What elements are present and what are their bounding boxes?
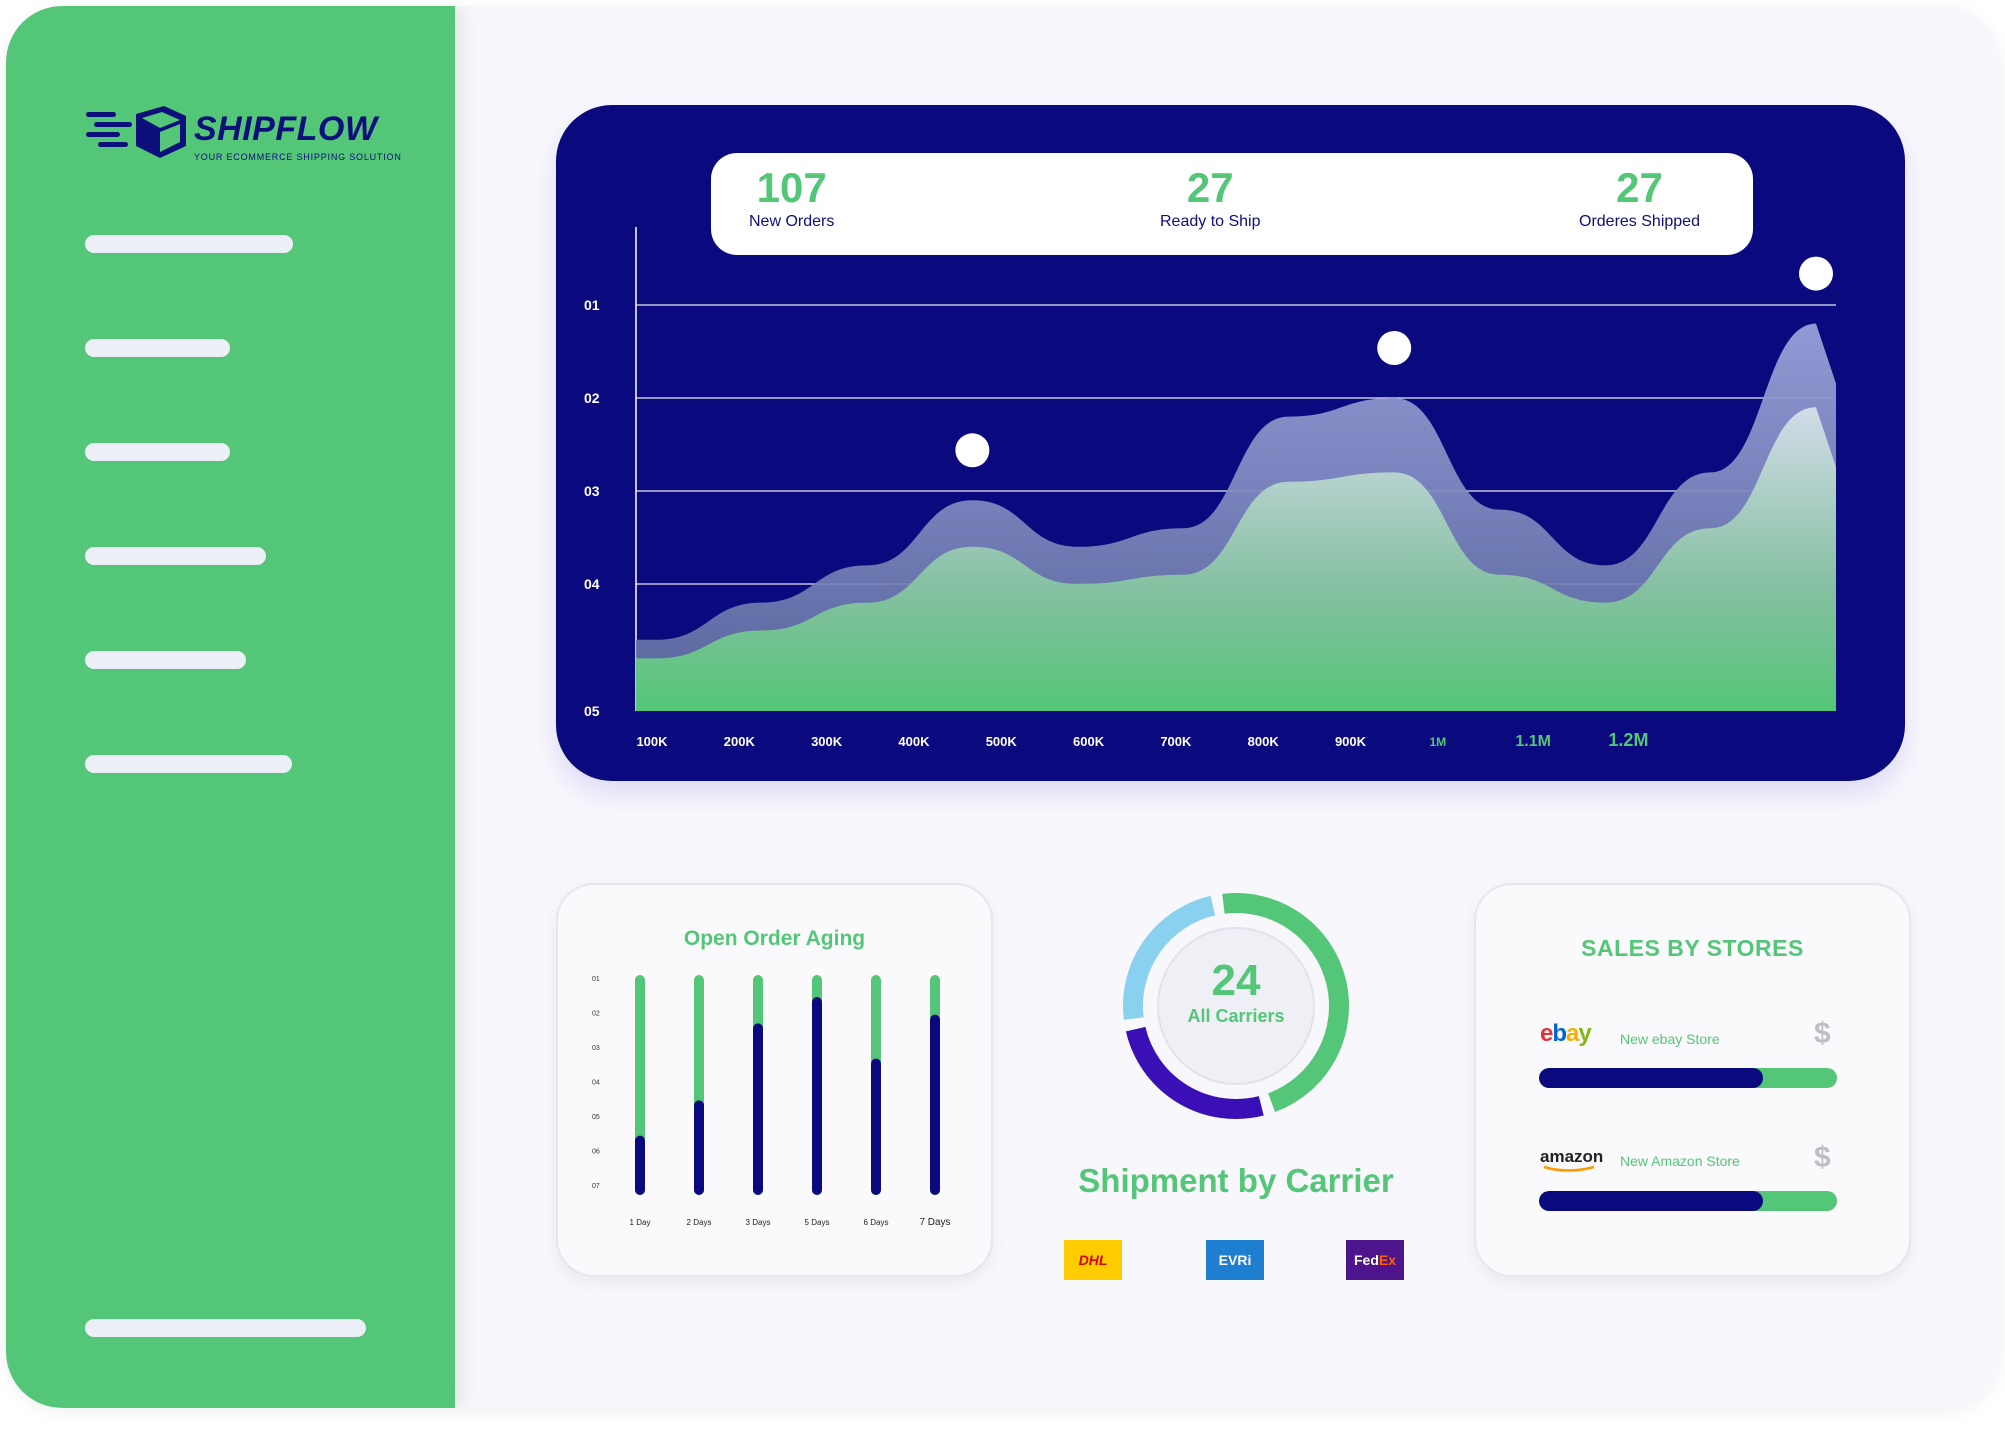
ebay-logo: ebay	[1540, 1020, 1592, 1047]
store-name: New ebay Store	[1620, 1031, 1720, 1047]
x-tick-label: 1.1M	[1515, 733, 1551, 750]
fedex-logo[interactable]: Fed Ex	[1346, 1240, 1404, 1280]
x-tick-label: 7 Days	[919, 1217, 950, 1228]
y-tick-label: 05	[584, 703, 600, 719]
nav-item-6[interactable]	[85, 755, 292, 773]
x-tick-label: 900K	[1335, 734, 1367, 749]
orders-chart-card: 01 02 03 04 05 100K 200K 300K 400K 500K 600K 700K 80…	[556, 105, 1905, 781]
logo[interactable]: SHIPFLOW YOUR ECOMMERCE SHIPPING SOLUTIO…	[86, 102, 401, 168]
dollar-icon: $	[1814, 1141, 1831, 1174]
nav-item-2[interactable]	[85, 339, 230, 357]
open-order-aging-card: Open Order Aging 01 02 03 04 05 06 07 1 Day 2 Da…	[556, 883, 993, 1277]
x-tick-label: 800K	[1248, 734, 1280, 749]
bar	[930, 1014, 940, 1195]
x-tick-label: 1.2M	[1608, 730, 1648, 750]
evri-logo[interactable]: EVRi	[1206, 1240, 1264, 1280]
dollar-icon: $	[1814, 1017, 1831, 1050]
y-tick-label: 04	[584, 576, 600, 592]
nav-item-5[interactable]	[85, 651, 246, 669]
card-title: SALES BY STORES	[1581, 935, 1804, 961]
x-tick-label: 400K	[898, 734, 930, 749]
donut-center-label: All Carriers	[1187, 1006, 1285, 1026]
x-tick-label: 6 Days	[864, 1218, 889, 1227]
stat-ready-to-ship[interactable]: 27 Ready to Ship	[1160, 165, 1261, 231]
dhl-logo[interactable]: DHL	[1064, 1240, 1122, 1280]
stat-label: New Orders	[749, 213, 835, 230]
stat-value: 107	[756, 164, 827, 211]
x-tick-label: 200K	[724, 734, 756, 749]
progress-fill	[1539, 1068, 1763, 1088]
brand-name: SHIPFLOW	[194, 110, 378, 148]
sales-by-stores-card: SALES BY STORES ebay New ebay Store $ am…	[1474, 883, 1911, 1277]
stat-value: 27	[1186, 164, 1234, 211]
x-tick-label: 300K	[811, 734, 843, 749]
y-tick-label: 01	[584, 297, 600, 313]
bar	[871, 1058, 881, 1195]
sidebar: SHIPFLOW YOUR ECOMMERCE SHIPPING SOLUTIO…	[6, 6, 455, 1408]
y-tick-label: 01	[592, 976, 600, 983]
store-name: New Amazon Store	[1620, 1153, 1740, 1169]
ebay-progress-bar	[1539, 1068, 1837, 1088]
bar	[753, 1023, 763, 1195]
x-tick-label: 2 Days	[687, 1218, 712, 1227]
x-tick-label: 5 Days	[805, 1218, 830, 1227]
y-tick-label: 02	[584, 390, 600, 406]
nav-item-1[interactable]	[85, 235, 293, 253]
brand-tagline: YOUR ECOMMERCE SHIPPING SOLUTION	[194, 152, 402, 162]
amazon-progress-bar	[1539, 1191, 1837, 1211]
peak-marker	[1377, 331, 1412, 365]
y-tick-label: 03	[584, 483, 600, 499]
x-tick-label: 3 Days	[746, 1218, 771, 1227]
y-tick-label: 07	[592, 1183, 600, 1190]
nav-item-4[interactable]	[85, 547, 266, 565]
amazon-logo: amazon	[1540, 1147, 1603, 1172]
y-tick-label: 04	[592, 1080, 600, 1087]
donut-center-value: 24	[1211, 956, 1261, 1005]
x-tick-label: 500K	[986, 734, 1018, 749]
peak-marker	[1799, 256, 1833, 291]
amazon-smile-icon	[1543, 1165, 1595, 1172]
aging-bar-chart: 01 02 03 04 05 06 07 1 Day 2 Days 3 Days 5 Days 6 D…	[592, 975, 951, 1228]
stat-new-orders[interactable]: 107 New Orders	[749, 165, 834, 231]
box-truck-logo-icon	[86, 106, 186, 158]
y-tick-label: 06	[592, 1149, 600, 1156]
stat-label: Orderes Shipped	[1579, 213, 1700, 230]
progress-fill	[1539, 1191, 1763, 1211]
y-tick-label: 05	[592, 1114, 600, 1121]
y-tick-label: 02	[592, 1011, 600, 1018]
nav-item-3[interactable]	[85, 443, 230, 461]
bar	[635, 1135, 645, 1195]
peak-marker	[955, 433, 990, 468]
shipment-by-carrier-section: 24 All Carriers Shipment by Carrier DHL …	[1056, 876, 1416, 1296]
stat-label: Ready to Ship	[1160, 213, 1261, 230]
x-tick-label: 600K	[1073, 734, 1105, 749]
stat-orders-shipped[interactable]: 27 Orderes Shipped	[1579, 165, 1700, 231]
carrier-section-title: Shipment by Carrier	[1078, 1162, 1394, 1199]
y-tick-label: 03	[592, 1045, 600, 1052]
x-tick-label: 700K	[1160, 734, 1192, 749]
app-frame: SHIPFLOW YOUR ECOMMERCE SHIPPING SOLUTIO…	[6, 6, 2000, 1408]
x-tick-label: 1 Day	[630, 1218, 651, 1227]
bar	[694, 1100, 704, 1195]
x-tick-label: 1M	[1429, 735, 1446, 749]
bar	[812, 997, 822, 1195]
stat-value: 27	[1616, 164, 1663, 211]
x-tick-label: 100K	[636, 734, 668, 749]
nav-item-bottom[interactable]	[85, 1319, 366, 1337]
stats-bar: 107 New Orders 27 Ready to Ship 27 Order…	[711, 153, 1753, 255]
